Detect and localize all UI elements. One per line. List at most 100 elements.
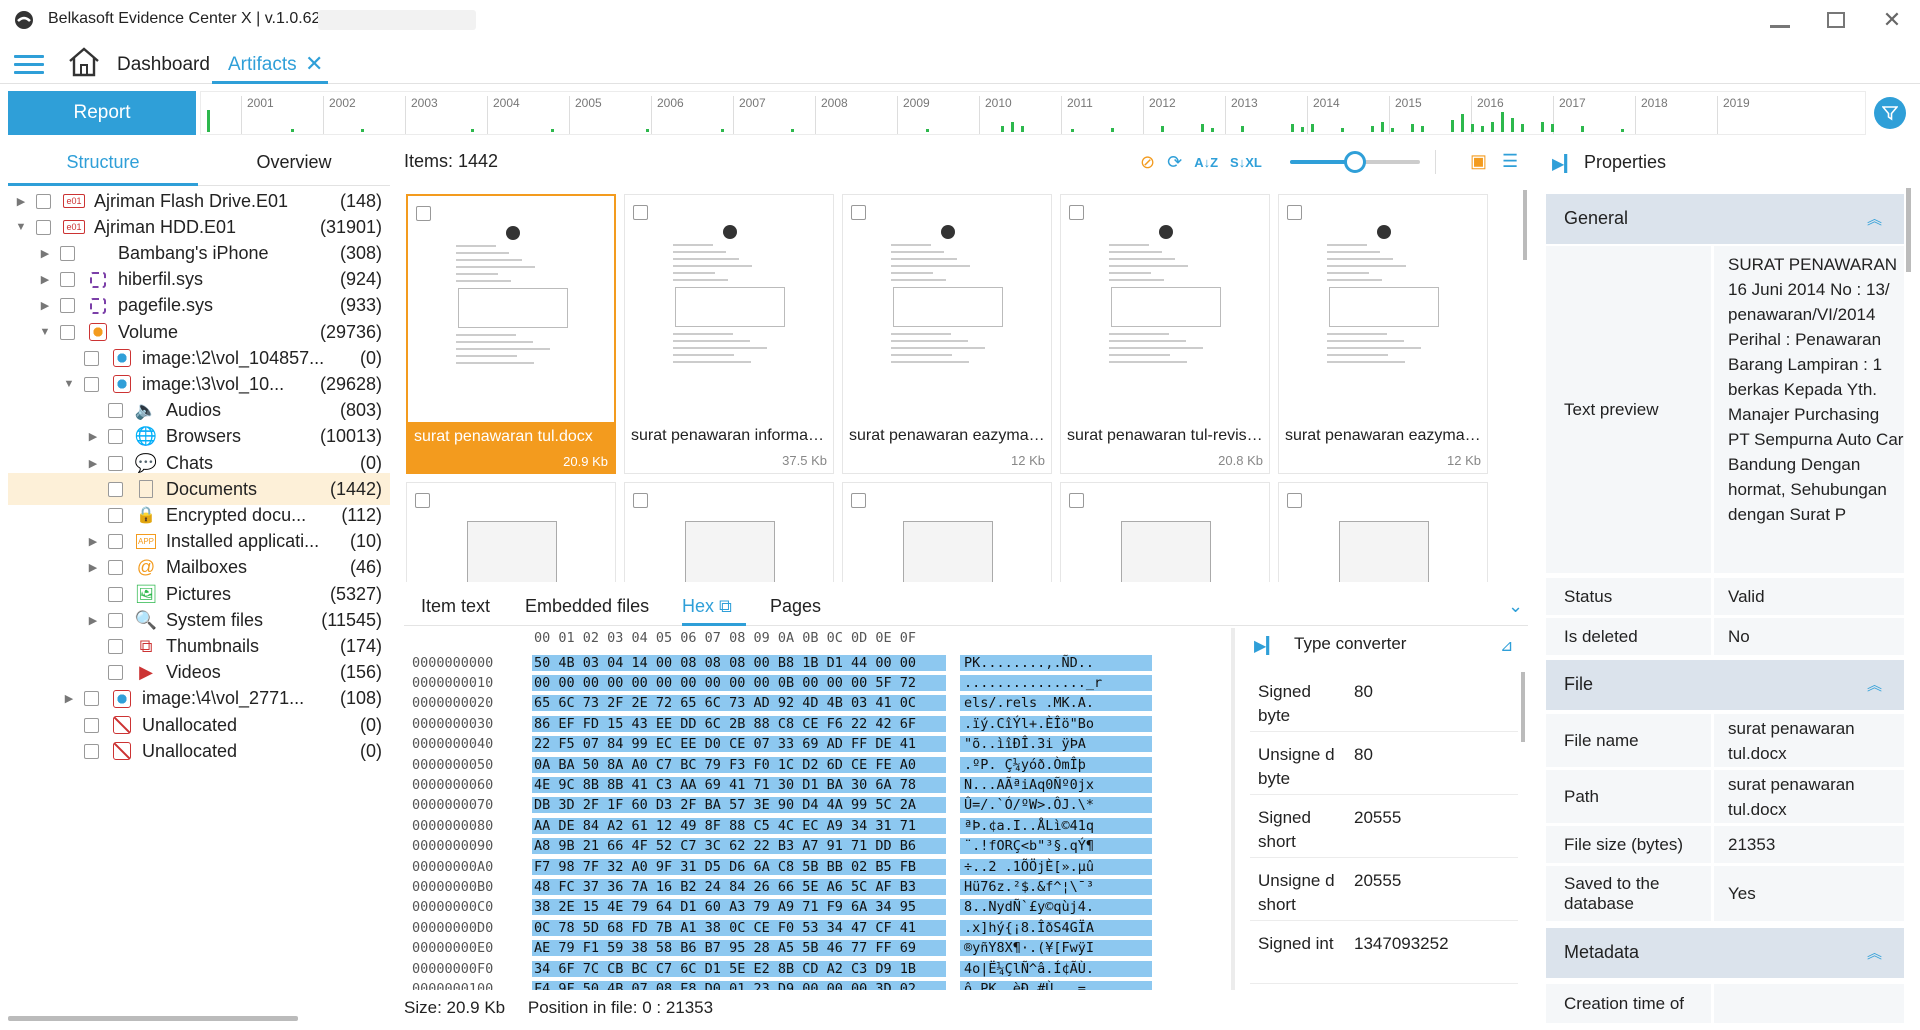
timeline-bar[interactable] (1521, 124, 1524, 132)
zoom-slider-handle[interactable] (1344, 151, 1366, 173)
tree-checkbox[interactable] (60, 245, 75, 261)
gallery-scrollbar[interactable] (1523, 190, 1527, 260)
section-general[interactable]: General ︽ (1546, 194, 1904, 244)
timeline-year[interactable]: 2010 (979, 96, 1012, 134)
expand-arrow-icon[interactable]: ▶ (38, 273, 52, 286)
timeline-bar[interactable] (1381, 122, 1384, 132)
tab-pages[interactable]: Pages (770, 596, 821, 617)
expand-arrow-icon[interactable]: ▶ (86, 535, 100, 548)
card-checkbox[interactable] (415, 493, 430, 508)
card-checkbox[interactable] (416, 206, 431, 221)
timeline-year[interactable]: 2008 (815, 96, 848, 134)
timeline-year[interactable]: 2004 (487, 96, 520, 134)
open-external-icon[interactable]: ⧉ (719, 596, 732, 616)
hex-ascii[interactable]: Hü76z.²$.&f^¦\¯³ (960, 878, 1152, 895)
timeline-bar[interactable] (1581, 126, 1584, 132)
restore-button[interactable] (1814, 4, 1858, 36)
hex-ascii[interactable]: .x]hý{¡8.ÎðS4GÏA (960, 919, 1152, 936)
tab-item-text[interactable]: Item text (421, 596, 490, 617)
timeline-bar[interactable] (1471, 124, 1474, 132)
report-button[interactable]: Report (8, 91, 196, 135)
hex-bytes[interactable]: 34 6F 7C CB BC C7 6C D1 5E E2 8B CD A2 C… (532, 960, 946, 977)
timeline-year[interactable]: 2018 (1635, 96, 1668, 134)
hex-ascii[interactable]: ®yñY8X¶·.(¥[FwÿI (960, 940, 1152, 957)
timeline-bar[interactable] (1481, 126, 1484, 132)
tree-item[interactable]: Unallocated (0) (8, 735, 390, 767)
timeline-bar[interactable] (1301, 127, 1304, 132)
timeline-bar[interactable] (646, 129, 649, 132)
timeline-bar[interactable] (1551, 124, 1554, 132)
hex-row[interactable]: 0000000070 DB 3D 2F 1F 60 D3 2F BA 57 3E … (404, 795, 1152, 816)
gallery-view-icon[interactable]: ▣ (1470, 151, 1487, 172)
tab-hex[interactable]: Hex ⧉ (682, 596, 746, 626)
collapse-arrow-icon[interactable]: ▼ (62, 378, 76, 390)
tree-checkbox[interactable] (108, 560, 123, 576)
hex-bytes[interactable]: 50 4B 03 04 14 00 08 08 08 00 B8 1B D1 4… (532, 654, 946, 671)
hex-bytes[interactable]: F4 9F 50 4B 07 08 E8 D0 01 23 D9 00 00 0… (532, 980, 946, 990)
timeline-bar[interactable] (1411, 124, 1414, 132)
hex-row[interactable]: 0000000000 50 4B 03 04 14 00 08 08 08 00 … (404, 652, 1152, 673)
timeline-bar[interactable] (1161, 126, 1164, 132)
timeline-year[interactable]: 2016 (1471, 96, 1504, 134)
hex-bytes[interactable]: 38 2E 15 4E 79 64 D1 60 A3 79 A9 71 F9 6… (532, 899, 946, 916)
timeline-bar[interactable] (1621, 129, 1624, 132)
hex-row[interactable]: 0000000030 86 EF FD 15 43 EE DD 6C 2B 88 … (404, 713, 1152, 734)
expand-arrow-icon[interactable]: ▶ (14, 195, 28, 208)
timeline-bar[interactable] (1111, 128, 1114, 132)
tree-checkbox[interactable] (108, 481, 123, 497)
timeline-bar[interactable] (1001, 126, 1004, 132)
hex-viewer[interactable]: 00 01 02 03 04 05 06 07 08 09 0A 0B 0C 0… (404, 628, 1234, 990)
timeline-bar[interactable] (1291, 124, 1294, 132)
thumbnail-card[interactable] (1060, 482, 1270, 582)
close-tab-icon[interactable]: ✕ (305, 53, 323, 75)
timeline-bar[interactable] (1341, 128, 1344, 132)
timeline-bar[interactable] (1541, 122, 1544, 132)
hex-bytes[interactable]: 48 FC 37 36 7A 16 B2 24 84 26 66 5E A6 5… (532, 878, 946, 895)
tree-checkbox[interactable] (84, 691, 99, 707)
close-window-button[interactable]: ✕ (1870, 4, 1914, 36)
hex-bytes[interactable]: A8 9B 21 66 4F 52 C7 3C 62 22 B3 A7 91 7… (532, 838, 946, 855)
timeline-bar[interactable] (1371, 126, 1374, 132)
thumbnail-card[interactable]: surat penawaran eazymay.... 12 Kb (842, 194, 1052, 474)
tree-checkbox[interactable] (108, 534, 123, 550)
hex-row[interactable]: 00000000F0 34 6F 7C CB BC C7 6C D1 5E E2 … (404, 958, 1152, 979)
hex-row[interactable]: 0000000050 0A BA 50 8A A0 C7 BC 79 F3 F0 … (404, 754, 1152, 775)
hex-bytes[interactable]: 22 F5 07 84 99 EC EE D0 CE 07 33 69 AD F… (532, 736, 946, 753)
hex-ascii[interactable]: ô.PK..èÐ.#Ù...=. (960, 980, 1152, 990)
timeline-bar[interactable] (1421, 126, 1424, 132)
tree-checkbox[interactable] (108, 429, 123, 445)
tab-structure[interactable]: Structure (8, 140, 198, 186)
card-checkbox[interactable] (633, 205, 648, 220)
tree-checkbox[interactable] (84, 376, 99, 392)
expand-arrow-icon[interactable]: ▶ (86, 614, 100, 627)
hex-ascii[interactable]: els/.rels .MK.A. (960, 695, 1152, 712)
hex-row[interactable]: 00000000B0 48 FC 37 36 7A 16 B2 24 84 26 … (404, 876, 1152, 897)
hex-bytes[interactable]: F7 98 7F 32 A0 9F 31 D5 D6 6A C8 5B BB 0… (532, 858, 946, 875)
section-metadata[interactable]: Metadata ︽ (1546, 928, 1904, 978)
hex-ascii[interactable]: "õ..ìîÐÎ.3i ÿÞA (960, 736, 1152, 753)
hex-row[interactable]: 0000000040 22 F5 07 84 99 EC EE D0 CE 07 … (404, 734, 1152, 755)
thumbnail-card[interactable]: surat penawaran tul-revisi.... 20.8 Kb (1060, 194, 1270, 474)
timeline[interactable]: 2001 2002 2003 2004 2005 2006 2007 2008 2009 2010… (200, 91, 1866, 135)
hex-bytes[interactable]: 86 EF FD 15 43 EE DD 6C 2B 88 C8 CE F6 2… (532, 715, 946, 732)
hex-ascii[interactable]: ªÞ.¢a.I..ÅLì©41q (960, 817, 1152, 834)
collapse-arrow-icon[interactable]: ▼ (38, 326, 52, 338)
expand-arrow-icon[interactable]: ▶ (62, 692, 76, 705)
tree-checkbox[interactable] (108, 403, 123, 419)
timeline-bar[interactable] (1501, 112, 1504, 132)
hex-row[interactable]: 00000000A0 F7 98 7F 32 A0 9F 31 D5 D6 6A … (404, 856, 1152, 877)
thumbnail-card[interactable] (842, 482, 1052, 582)
timeline-bar[interactable] (926, 129, 929, 132)
tree-checkbox[interactable] (60, 272, 75, 288)
tab-embedded-files[interactable]: Embedded files (525, 596, 649, 617)
timeline-bar[interactable] (1391, 128, 1394, 132)
timeline-bar[interactable] (791, 129, 794, 132)
tab-overview[interactable]: Overview (198, 140, 390, 186)
timeline-bar[interactable] (551, 129, 554, 132)
hex-row[interactable]: 0000000010 00 00 00 00 00 00 00 00 00 00 … (404, 672, 1152, 693)
no-filter-icon[interactable]: ⊘ (1140, 152, 1155, 173)
timeline-year[interactable]: 2003 (405, 96, 438, 134)
tree-checkbox[interactable] (60, 298, 75, 314)
hex-ascii[interactable]: N...AÃªiAq0Ñº0jx (960, 776, 1152, 793)
thumbnail-card[interactable] (1278, 482, 1488, 582)
